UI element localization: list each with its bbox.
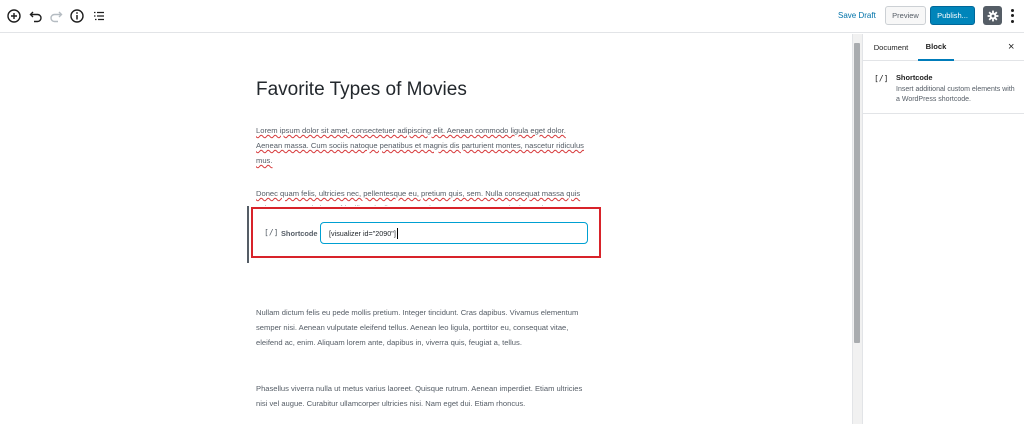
undo-icon[interactable] <box>28 8 44 24</box>
tab-document[interactable]: Document <box>866 34 916 61</box>
close-icon[interactable]: × <box>1008 41 1014 53</box>
add-block-icon[interactable] <box>6 8 22 24</box>
tab-block[interactable]: Block <box>918 34 954 61</box>
sidebar-tabs: Document Block × <box>863 34 1024 61</box>
shortcode-input[interactable]: [visualizer id="2090"] <box>320 222 588 244</box>
editor-header: Save Draft Preview Publish... <box>0 0 1024 33</box>
text-caret <box>396 227 398 239</box>
shortcode-icon: [/] <box>264 228 279 237</box>
block-card-description: Insert additional custom elements with a… <box>896 86 1015 103</box>
shortcode-label: Shortcode <box>281 229 318 238</box>
outline-icon[interactable] <box>91 8 107 24</box>
shortcode-input-value: [visualizer id="2090"] <box>329 228 396 238</box>
settings-button[interactable] <box>983 6 1002 25</box>
gear-icon <box>987 10 998 21</box>
paragraph-block[interactable]: Lorem ipsum dolor sit amet, consectetuer… <box>256 123 592 168</box>
scrollbar-thumb[interactable] <box>854 43 860 343</box>
post-title[interactable]: Favorite Types of Movies <box>256 79 467 101</box>
publish-button[interactable]: Publish... <box>930 6 975 25</box>
paragraph-block[interactable]: Nullam dictum felis eu pede mollis preti… <box>256 305 592 350</box>
redo-icon[interactable] <box>48 8 64 24</box>
preview-button[interactable]: Preview <box>885 6 926 25</box>
paragraph-block[interactable]: Phasellus viverra nulla ut metus varius … <box>256 381 592 411</box>
block-card-title: Shortcode <box>896 73 933 82</box>
shortcode-icon: [/] <box>874 74 889 83</box>
more-vertical-icon[interactable] <box>1007 8 1017 24</box>
block-card: [/] Shortcode Insert additional custom e… <box>863 62 1024 114</box>
save-draft-link[interactable]: Save Draft <box>838 11 876 20</box>
info-icon[interactable] <box>69 8 85 24</box>
settings-sidebar: Document Block × [/] Shortcode Insert ad… <box>862 34 1024 424</box>
editor-canvas: Favorite Types of Movies Lorem ipsum dol… <box>0 34 852 424</box>
